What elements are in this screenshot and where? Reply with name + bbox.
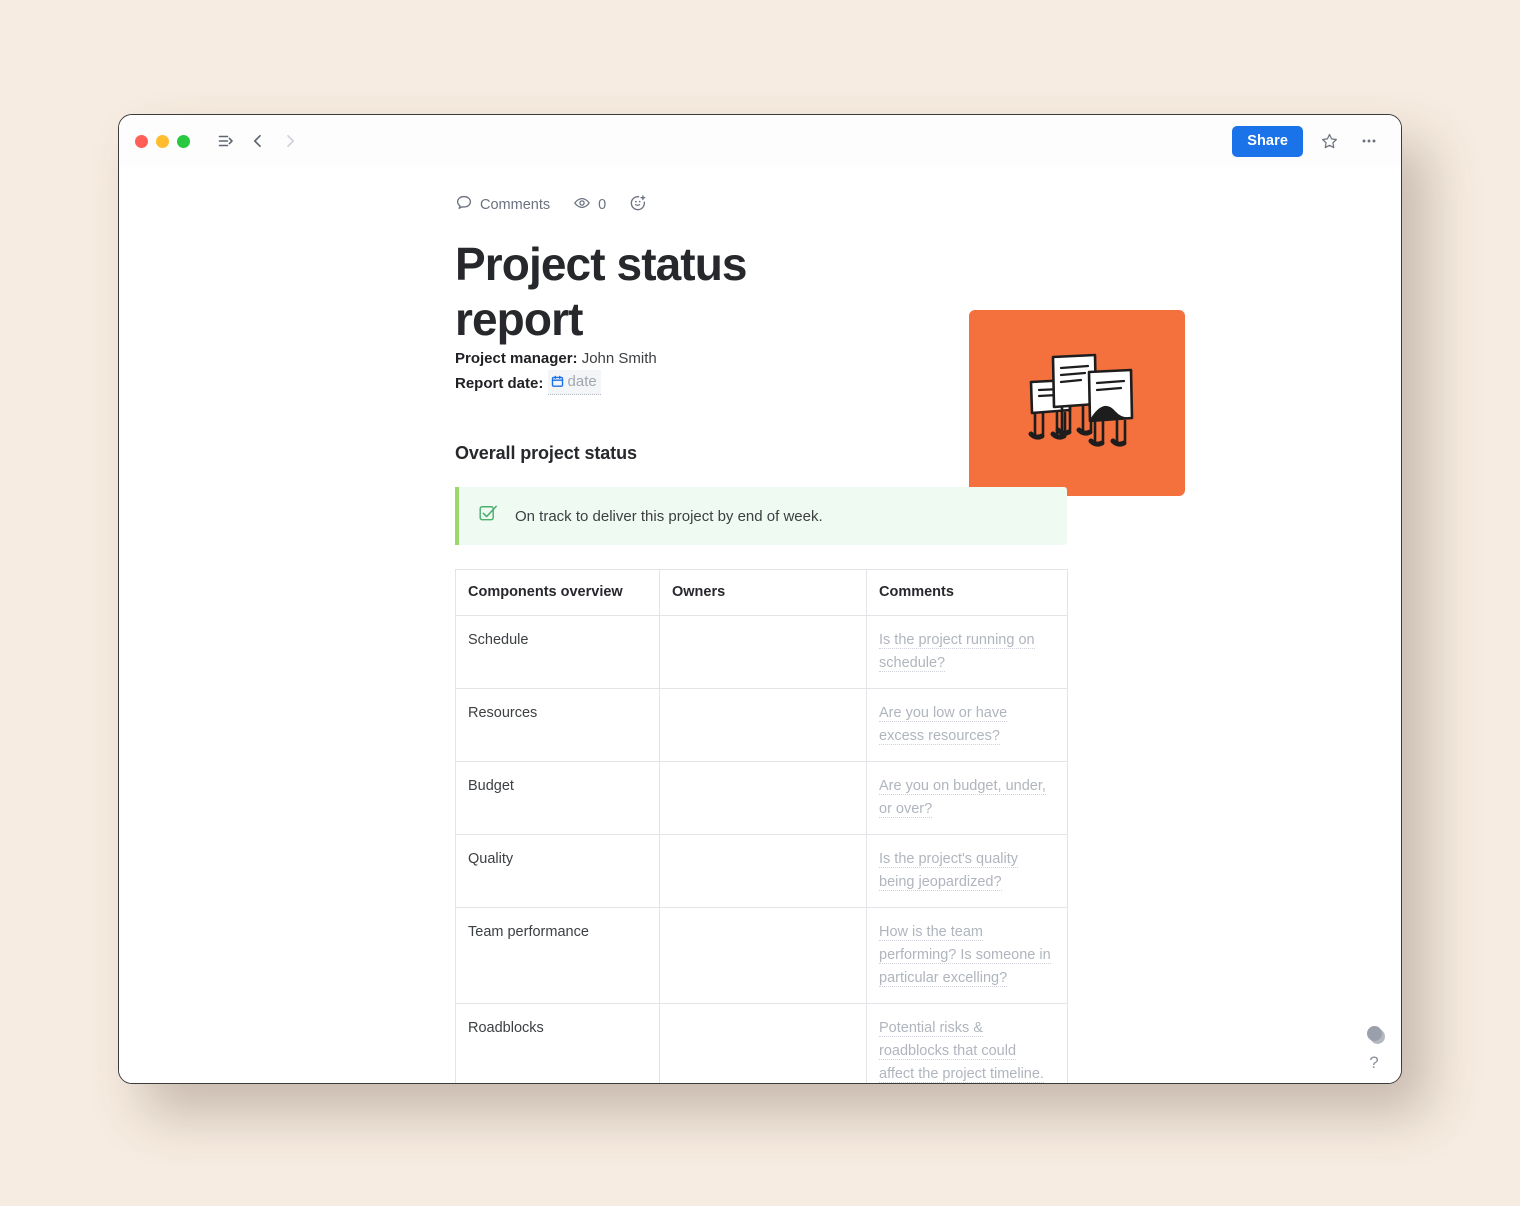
- report-date-line: Report date: date: [455, 370, 1067, 395]
- maximize-window-button[interactable]: [177, 134, 190, 148]
- table-head: Components overview Owners Comments: [455, 569, 1068, 616]
- document-canvas: Comments 0 Project status report Project…: [119, 167, 1401, 1083]
- status-callout[interactable]: On track to deliver this project by end …: [455, 487, 1067, 545]
- table-row: Team performance How is the team performi…: [455, 907, 1068, 1004]
- help-button[interactable]: ?: [1365, 1054, 1383, 1071]
- report-date-label: Report date:: [455, 375, 544, 392]
- cell-owner[interactable]: [659, 615, 867, 689]
- cell-component-name[interactable]: Resources: [455, 688, 660, 762]
- app-window: Share Comments 0 Project status report P…: [118, 114, 1402, 1084]
- column-header-owners[interactable]: Owners: [659, 569, 867, 616]
- document-meta-bar: Comments 0: [455, 191, 1067, 219]
- cell-comment[interactable]: Is the project's quality being jeopardiz…: [866, 834, 1068, 908]
- cell-comment-placeholder: How is the team performing? Is someone i…: [879, 924, 1051, 987]
- table-row: Roadblocks Potential risks & roadblocks t…: [455, 1003, 1068, 1083]
- status-callout-text: On track to deliver this project by end …: [515, 507, 823, 525]
- chevron-left-icon: [249, 132, 267, 150]
- comments-label: Comments: [480, 197, 551, 213]
- cell-component-name[interactable]: Budget: [455, 761, 660, 835]
- table-row: Resources Are you low or have excess reso…: [455, 688, 1068, 762]
- favorite-button[interactable]: [1315, 127, 1343, 155]
- cell-component-name[interactable]: Quality: [455, 834, 660, 908]
- cell-owner[interactable]: [659, 907, 867, 1004]
- table-header-row: Components overview Owners Comments: [455, 569, 1068, 616]
- cell-comment[interactable]: Is the project running on schedule?: [866, 615, 1068, 689]
- checkbox-check-icon: [478, 503, 499, 529]
- components-table: Components overview Owners Comments Sche…: [455, 569, 1068, 1083]
- minimize-window-button[interactable]: [156, 134, 169, 148]
- cell-comment-placeholder: Potential risks & roadblocks that could …: [879, 1020, 1044, 1083]
- table-row: Schedule Is the project running on schedu…: [455, 615, 1068, 689]
- cell-owner[interactable]: [659, 688, 867, 762]
- floating-widgets: ?: [1365, 1026, 1383, 1071]
- view-count-value: 0: [598, 197, 607, 213]
- document-scroll-area[interactable]: Comments 0 Project status report Project…: [119, 167, 1401, 1083]
- cell-owner[interactable]: [659, 761, 867, 835]
- close-window-button[interactable]: [135, 134, 148, 148]
- chevron-right-icon: [281, 132, 299, 150]
- cell-component-name[interactable]: Roadblocks: [455, 1003, 660, 1083]
- add-reaction-icon: [629, 194, 647, 216]
- cell-comment[interactable]: Are you on budget, under, or over?: [866, 761, 1068, 835]
- traffic-lights: [135, 134, 190, 148]
- table-row: Budget Are you on budget, under, or over?: [455, 761, 1068, 835]
- window-titlebar: Share: [119, 115, 1401, 167]
- share-button[interactable]: Share: [1232, 125, 1303, 157]
- comment-bubble-icon: [455, 194, 473, 216]
- ellipsis-icon: [1359, 131, 1379, 151]
- calendar-icon: [551, 375, 564, 388]
- presence-dot-icon[interactable]: [1366, 1026, 1382, 1041]
- sidebar-toggle-icon: [217, 132, 235, 150]
- cell-comment[interactable]: How is the team performing? Is someone i…: [866, 907, 1068, 1004]
- sidebar-toggle-button[interactable]: [212, 127, 240, 155]
- star-icon: [1320, 132, 1339, 151]
- cell-comment-placeholder: Is the project running on schedule?: [879, 632, 1035, 672]
- cell-owner[interactable]: [659, 834, 867, 908]
- add-reaction-button[interactable]: [629, 194, 647, 216]
- cell-owner[interactable]: [659, 1003, 867, 1083]
- cell-comment-placeholder: Is the project's quality being jeopardiz…: [879, 851, 1018, 891]
- project-manager-line: Project manager: John Smith: [455, 347, 1067, 370]
- cell-comment[interactable]: Are you low or have excess resources?: [866, 688, 1068, 762]
- report-date-value: date: [567, 373, 597, 390]
- eye-icon: [573, 194, 591, 216]
- back-button[interactable]: [244, 127, 272, 155]
- forward-button[interactable]: [276, 127, 304, 155]
- cell-comment[interactable]: Potential risks & roadblocks that could …: [866, 1003, 1068, 1083]
- overall-status-heading: Overall project status: [455, 443, 637, 463]
- table-body: Schedule Is the project running on schedu…: [455, 615, 1068, 1083]
- page-title[interactable]: Project status report: [455, 237, 815, 347]
- navigation-controls: [212, 127, 304, 155]
- view-count[interactable]: 0: [573, 194, 606, 216]
- cell-component-name[interactable]: Team performance: [455, 907, 660, 1004]
- document-column: Comments 0 Project status report Project…: [455, 191, 1068, 1083]
- column-header-components[interactable]: Components overview: [455, 569, 660, 616]
- column-header-comments[interactable]: Comments: [866, 569, 1068, 616]
- cell-component-name[interactable]: Schedule: [455, 615, 660, 689]
- cell-comment-placeholder: Are you low or have excess resources?: [879, 705, 1008, 745]
- table-row: Quality Is the project's quality being je…: [455, 834, 1068, 908]
- more-options-button[interactable]: [1355, 127, 1383, 155]
- titlebar-actions: Share: [1232, 125, 1383, 157]
- project-manager-value: John Smith: [581, 350, 657, 367]
- comments-button[interactable]: Comments: [455, 194, 550, 216]
- report-date-chip[interactable]: date: [547, 370, 601, 395]
- cell-comment-placeholder: Are you on budget, under, or over?: [879, 778, 1046, 818]
- project-manager-label: Project manager:: [455, 350, 578, 367]
